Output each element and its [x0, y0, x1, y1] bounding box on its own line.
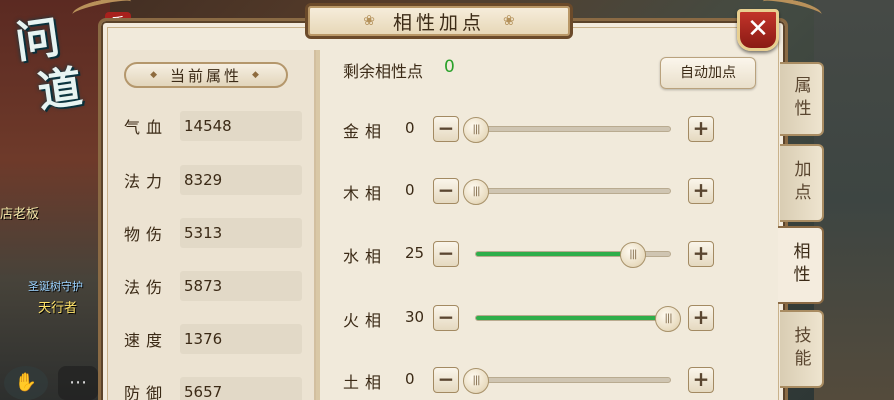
minus-button[interactable]: − — [433, 178, 459, 204]
attr-slider-fill — [476, 252, 633, 256]
stat-row-mana: 法力 8329 — [124, 164, 302, 196]
plus-icon: + — [692, 241, 710, 265]
stat-row-magic-damage: 法伤 5873 — [124, 270, 302, 302]
attr-slider-fill — [476, 316, 669, 320]
plus-button[interactable]: + — [688, 116, 714, 142]
attr-value: 0 — [405, 370, 415, 388]
tab-affinity[interactable]: 相性 — [778, 226, 824, 304]
minus-icon: − — [437, 116, 455, 140]
attr-name: 木相 — [343, 184, 388, 203]
minus-button[interactable]: − — [433, 116, 459, 142]
stat-row-hp: 气血 14548 — [124, 110, 302, 142]
stat-label: 气血 — [124, 118, 169, 137]
stat-value: 5313 — [180, 218, 302, 248]
attr-slider-thumb[interactable]: ||| — [463, 368, 489, 394]
swirl-ornament-icon: ❀ — [363, 13, 375, 29]
stat-value: 8329 — [180, 165, 302, 195]
minus-icon: − — [437, 241, 455, 265]
npc-name-shopkeeper[interactable]: 店老板 — [0, 203, 39, 222]
diamond-icon: ◆ — [150, 70, 160, 80]
section-title-label: 当前属性 — [169, 66, 242, 85]
npc-name-tree-guardian[interactable]: 圣诞树守护 — [28, 278, 83, 294]
handshake-icon[interactable]: ✋ — [4, 366, 48, 400]
stat-row-physical-damage: 物伤 5313 — [124, 217, 302, 249]
stat-value: 5657 — [180, 377, 302, 400]
attr-slider-track[interactable]: ||| — [475, 242, 671, 268]
attr-slider-thumb[interactable]: ||| — [463, 179, 489, 205]
stat-label: 物伤 — [124, 225, 169, 244]
plus-button[interactable]: + — [688, 305, 714, 331]
attr-slider-track[interactable]: ||| — [463, 117, 671, 143]
minus-icon: − — [437, 178, 455, 202]
attr-row-earth: 土相 0 − ||| + — [343, 365, 723, 395]
stat-value: 5873 — [180, 271, 302, 301]
stat-value: 14548 — [180, 111, 302, 141]
game-scene-right — [814, 0, 894, 400]
plus-button[interactable]: + — [688, 367, 714, 393]
tab-add-points[interactable]: 加点 — [780, 144, 824, 222]
plus-icon: + — [692, 116, 710, 140]
plus-icon: + — [692, 367, 710, 391]
attr-name: 金相 — [343, 122, 388, 141]
attr-value: 30 — [405, 308, 425, 326]
attr-name: 土相 — [343, 373, 388, 392]
swirl-ornament-icon: ❀ — [503, 13, 515, 29]
section-title-current-attributes: ◆ 当前属性 ◆ — [124, 62, 288, 88]
stat-label: 防御 — [124, 384, 169, 400]
plus-button[interactable]: + — [688, 178, 714, 204]
attr-slider-track[interactable]: ||| — [463, 368, 671, 394]
panel-divider — [316, 50, 320, 400]
remaining-points-value: 0 — [444, 57, 455, 77]
stat-label: 法力 — [124, 172, 169, 191]
attr-value: 0 — [405, 181, 415, 199]
minus-button[interactable]: − — [433, 241, 459, 267]
attr-value: 0 — [405, 119, 415, 137]
attr-slider-thumb[interactable]: ||| — [655, 306, 682, 332]
stat-value: 1376 — [180, 324, 302, 354]
window-title: 相性加点 — [392, 11, 485, 34]
npc-name-traveler[interactable]: 天行者 — [38, 297, 77, 316]
close-icon: ✕ — [747, 14, 769, 44]
attr-slider-thumb[interactable]: ||| — [463, 117, 489, 143]
plus-button[interactable]: + — [688, 241, 714, 267]
minus-button[interactable]: − — [433, 367, 459, 393]
plus-icon: + — [692, 178, 710, 202]
stat-row-speed: 速度 1376 — [124, 323, 302, 355]
diamond-icon: ◆ — [252, 70, 262, 80]
minus-icon: − — [437, 305, 455, 329]
chat-icon[interactable]: ⋯ — [58, 366, 98, 400]
attr-row-wood: 木相 0 − ||| + — [343, 176, 723, 206]
stat-row-defense: 防御 5657 — [124, 376, 302, 400]
attr-slider-track[interactable]: ||| — [463, 179, 671, 205]
minus-button[interactable]: − — [433, 305, 459, 331]
attr-row-water: 水相 25 − ||| + — [343, 239, 723, 269]
window-title-plaque: ❀ 相性加点 ❀ — [305, 3, 573, 39]
stat-label: 速度 — [124, 331, 169, 350]
attr-row-fire: 火相 30 − ||| + — [343, 303, 723, 333]
attr-name: 火相 — [343, 311, 388, 330]
attr-name: 水相 — [343, 247, 388, 266]
attr-value: 25 — [405, 244, 425, 262]
stat-label: 法伤 — [124, 278, 169, 297]
attr-slider-track[interactable]: ||| — [475, 306, 682, 332]
close-button[interactable]: ✕ — [737, 9, 779, 51]
auto-allocate-button[interactable]: 自动加点 — [660, 57, 756, 89]
minus-icon: − — [437, 367, 455, 391]
remaining-points-label: 剩余相性点 — [343, 62, 424, 81]
tab-attributes[interactable]: 属性 — [780, 62, 824, 136]
tab-skills[interactable]: 技能 — [780, 310, 824, 388]
plus-icon: + — [692, 305, 710, 329]
attr-row-metal: 金相 0 − ||| + — [343, 114, 723, 144]
attr-slider-thumb[interactable]: ||| — [619, 242, 646, 268]
